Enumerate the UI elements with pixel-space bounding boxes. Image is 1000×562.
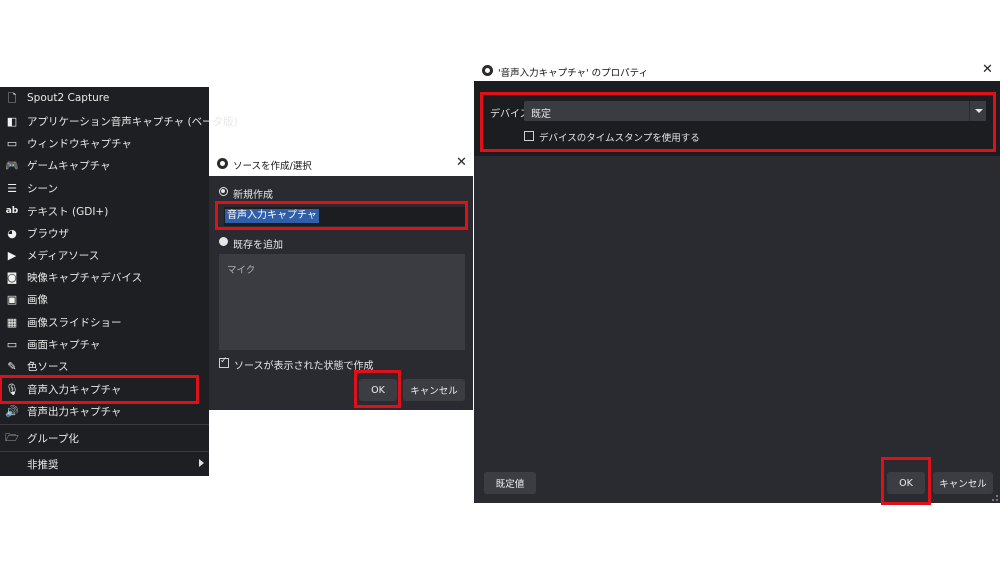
list-item[interactable]: マイク xyxy=(227,262,255,276)
highlight-box xyxy=(480,92,996,152)
app-audio-icon: ◧ xyxy=(6,114,18,128)
resize-grip-icon[interactable] xyxy=(992,495,998,501)
menu-item-label: 色ソース xyxy=(27,361,69,373)
menu-item-label: Spout2 Capture xyxy=(27,92,110,104)
menu-item-video-capture-device[interactable]: ◙ 映像キャプチャデバイス xyxy=(0,266,209,288)
menu-item-label: 画面キャプチャ xyxy=(27,339,101,351)
file-icon: 🗋 xyxy=(7,91,17,105)
cancel-button[interactable]: キャンセル xyxy=(403,379,465,401)
create-source-dialog: ソースを作成/選択 ✕ 新規作成 音声入力キャプチャ 既存を追加 マイク ソース… xyxy=(209,152,473,410)
close-icon[interactable]: ✕ xyxy=(982,62,993,77)
menu-item-display-capture[interactable]: ▭ 画面キャプチャ xyxy=(0,333,209,355)
window-icon: ▭ xyxy=(6,136,18,150)
menu-separator xyxy=(0,424,209,425)
menu-item-label: ブラウザ xyxy=(27,228,69,240)
menu-item-browser[interactable]: ◕ ブラウザ xyxy=(0,222,209,244)
obs-logo-icon xyxy=(482,65,493,76)
monitor-icon: ▭ xyxy=(6,337,18,351)
menu-item-label: ゲームキャプチャ xyxy=(27,160,111,172)
menu-item-image[interactable]: ▣ 画像 xyxy=(0,288,209,310)
properties-preview-area xyxy=(474,156,1000,503)
dialog-title: ソースを作成/選択 xyxy=(233,161,312,172)
text-icon: ab xyxy=(5,206,19,216)
existing-sources-list[interactable]: マイク xyxy=(219,254,465,350)
brush-icon: ✎ xyxy=(7,359,17,373)
menu-item-label: アプリケーション音声キャプチャ (ベータ版) xyxy=(27,116,238,128)
highlight-box xyxy=(354,370,401,408)
menu-item-label: 画像 xyxy=(27,294,48,306)
menu-item-app-audio-capture[interactable]: ◧ アプリケーション音声キャプチャ (ベータ版) xyxy=(0,110,238,132)
gamepad-icon: 🎮 xyxy=(5,158,19,172)
menu-item-image-slideshow[interactable]: ▦ 画像スライドショー xyxy=(0,311,209,333)
dialog-title-bar: ソースを作成/選択 ✕ xyxy=(209,152,473,176)
defaults-button[interactable]: 既定値 xyxy=(484,472,536,494)
menu-item-color-source[interactable]: ✎ 色ソース xyxy=(0,355,209,377)
menu-separator xyxy=(0,451,209,452)
image-icon: ▣ xyxy=(6,292,18,306)
globe-icon: ◕ xyxy=(7,226,17,240)
menu-item-label: 音声出力キャプチャ xyxy=(27,406,122,418)
menu-item-media-source[interactable]: ▶ メディアソース xyxy=(0,244,209,266)
menu-item-deprecated[interactable]: 非推奨 xyxy=(0,453,209,475)
menu-item-group[interactable]: 🗁 グループ化 xyxy=(0,427,209,449)
menu-item-label: テキスト (GDI+) xyxy=(27,206,109,218)
menu-item-label: 画像スライドショー xyxy=(27,317,122,329)
cancel-button[interactable]: キャンセル xyxy=(933,472,993,494)
add-source-menu: 🗋 Spout2 Capture ◧ アプリケーション音声キャプチャ (ベータ版… xyxy=(0,87,238,476)
radio-create-new[interactable] xyxy=(219,187,228,196)
obs-logo-icon xyxy=(217,158,228,169)
dialog-title: '音声入力キャプチャ' のプロパティ xyxy=(498,68,649,79)
highlight-box xyxy=(215,201,468,230)
menu-item-label: シーン xyxy=(27,183,58,195)
menu-item-label: 非推奨 xyxy=(27,459,59,471)
visible-checkbox-label: ソースが表示された状態で作成 xyxy=(234,361,374,372)
close-icon[interactable]: ✕ xyxy=(456,155,467,170)
menu-item-scene[interactable]: ☰ シーン xyxy=(0,177,209,199)
menu-item-game-capture[interactable]: 🎮 ゲームキャプチャ xyxy=(0,154,209,176)
list-icon: ☰ xyxy=(7,181,17,195)
highlight-box xyxy=(0,375,199,404)
visible-checkbox[interactable] xyxy=(219,356,229,368)
submenu-arrow-icon xyxy=(199,459,204,467)
menu-item-spout2-capture[interactable]: 🗋 Spout2 Capture xyxy=(0,88,209,110)
folder-icon: 🗁 xyxy=(5,430,19,444)
menu-item-label: グループ化 xyxy=(27,433,79,445)
dialog-title-bar: '音声入力キャプチャ' のプロパティ ✕ xyxy=(474,60,1000,81)
radio-add-existing-label: 既存を追加 xyxy=(233,240,283,251)
menu-item-text-gdi[interactable]: ab テキスト (GDI+) xyxy=(0,200,209,222)
menu-item-label: メディアソース xyxy=(27,250,100,262)
play-icon: ▶ xyxy=(7,248,17,262)
radio-add-existing[interactable] xyxy=(219,237,228,246)
properties-dialog: '音声入力キャプチャ' のプロパティ ✕ デバイス 既定 デバイスのタイムスタン… xyxy=(474,60,1000,505)
menu-item-label: 映像キャプチャデバイス xyxy=(27,272,143,284)
menu-item-window-capture[interactable]: ▭ ウィンドウキャプチャ xyxy=(0,132,209,154)
camera-icon: ◙ xyxy=(6,270,18,284)
speaker-icon: 🔊 xyxy=(5,404,19,418)
menu-item-label: ウィンドウキャプチャ xyxy=(27,138,132,150)
slideshow-icon: ▦ xyxy=(6,315,18,329)
radio-create-new-label: 新規作成 xyxy=(233,190,273,201)
highlight-box xyxy=(881,457,931,505)
